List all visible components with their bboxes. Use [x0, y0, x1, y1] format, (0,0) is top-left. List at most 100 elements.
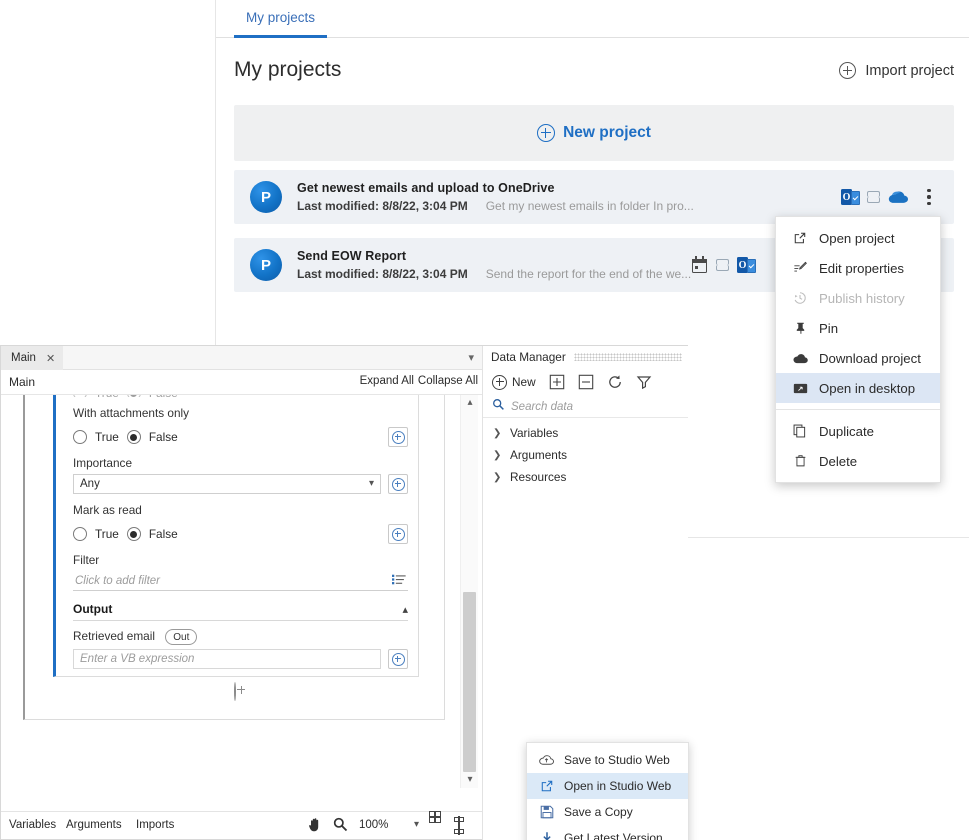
radio-button[interactable] [126, 395, 141, 397]
tree-node-label: Variables [510, 426, 559, 440]
radio-label: True [95, 395, 119, 397]
menu-item-open-project[interactable]: Open project [776, 223, 940, 253]
project-meta: Last modified: 8/8/22, 3:04 PM Get my ne… [297, 199, 841, 213]
scroll-up-arrow-icon[interactable]: ▴ [461, 395, 479, 411]
menu-item-label: Save a Copy [564, 805, 633, 819]
zoom-level-value: 100% [359, 819, 389, 831]
copy-icon [792, 423, 808, 439]
import-project-button[interactable]: Import project [839, 62, 954, 79]
studio-tab-main[interactable]: Main ✕ [1, 346, 64, 370]
menu-item-delete[interactable]: Delete [776, 446, 940, 476]
designer-scrollbar[interactable]: ▴ ▾ [460, 395, 478, 788]
pan-hand-icon[interactable] [307, 817, 323, 838]
add-value-button[interactable] [388, 524, 408, 544]
filter-funnel-icon[interactable] [636, 374, 652, 390]
status-variables-tab[interactable]: Variables [9, 819, 56, 831]
plus-circle-icon [233, 682, 236, 701]
radio-mark-true[interactable] [73, 527, 87, 541]
plus-icon [391, 527, 405, 541]
radio-mark-false[interactable] [126, 527, 141, 541]
mark-as-read-radio-group: True False [73, 524, 408, 544]
add-value-button[interactable] [388, 649, 408, 669]
data-manager-tree: ❯ Variables ❯ Arguments ❯ Resources [483, 422, 688, 488]
radio-label: False [148, 430, 178, 444]
tree-node-label: Arguments [510, 448, 568, 462]
radio-button[interactable] [73, 395, 87, 397]
field-label-mark-as-read: Mark as read [73, 503, 142, 517]
avatar: P [250, 181, 282, 213]
importance-value: Any [80, 478, 100, 490]
project-overflow-menu-button[interactable] [916, 182, 942, 212]
radio-attachments-true[interactable] [73, 430, 87, 444]
onedrive-cloud-icon [888, 191, 908, 203]
drag-grip-icon[interactable] [573, 353, 682, 361]
outlook-icon: O [841, 189, 860, 205]
filter-list-icon[interactable] [392, 574, 406, 588]
menu-item-open-in-studio-web[interactable]: Open in Studio Web [527, 773, 688, 799]
status-arguments-tab[interactable]: Arguments [66, 819, 122, 831]
expand-all-icon[interactable] [549, 374, 565, 390]
output-section-header[interactable]: Output ▴ [73, 602, 408, 621]
filter-control-row: Click to add filter [73, 571, 408, 591]
menu-item-pin[interactable]: Pin [776, 313, 940, 343]
tree-node-variables[interactable]: ❯ Variables [483, 422, 688, 444]
radio-label: True [95, 430, 119, 444]
add-value-button[interactable] [388, 474, 408, 494]
new-label: New [512, 375, 536, 389]
trash-icon [792, 453, 808, 469]
menu-item-download-project[interactable]: Download project [776, 343, 940, 373]
tree-node-resources[interactable]: ❯ Resources [483, 466, 688, 488]
reset-zoom-icon[interactable] [454, 816, 464, 835]
menu-item-label: Delete [819, 453, 858, 469]
collapse-all-button[interactable]: Collapse All [418, 375, 478, 387]
menu-item-duplicate[interactable]: Duplicate [776, 416, 940, 446]
add-value-button[interactable] [388, 427, 408, 447]
scroll-down-arrow-icon[interactable]: ▾ [461, 772, 479, 788]
new-project-button[interactable]: New project [234, 105, 954, 161]
page-title: My projects [234, 58, 342, 81]
menu-item-get-latest-version[interactable]: Get Latest Version [527, 825, 688, 840]
designer-canvas[interactable]: True False With attachments only True Fa… [1, 395, 482, 735]
tab-bar: My projects [216, 0, 969, 38]
retrieved-email-input[interactable]: Enter a VB expression [73, 649, 381, 669]
retrieved-email-row: Enter a VB expression [73, 649, 408, 669]
field-label-importance: Importance [73, 456, 133, 470]
menu-item-save-a-copy[interactable]: Save a Copy [527, 799, 688, 825]
importance-control-row: Any ▾ [73, 474, 408, 494]
close-icon[interactable]: ✕ [46, 352, 55, 365]
menu-item-save-to-studio-web[interactable]: Save to Studio Web [527, 747, 688, 773]
pin-icon [792, 320, 808, 336]
refresh-icon[interactable] [607, 374, 623, 390]
plus-circle-icon [839, 62, 857, 79]
field-label-filter: Filter [73, 553, 100, 567]
chevron-down-icon[interactable]: ▾ [468, 351, 474, 364]
tab-my-projects[interactable]: My projects [234, 0, 328, 38]
importance-select[interactable]: Any ▾ [73, 474, 381, 494]
download-cloud-icon [792, 350, 808, 366]
activity-card: True False With attachments only True Fa… [53, 395, 419, 677]
data-manager-new-button[interactable]: New [492, 374, 536, 390]
menu-item-label: Save to Studio Web [564, 753, 670, 767]
project-last-modified: Last modified: 8/8/22, 3:04 PM [297, 199, 468, 213]
scrollbar-thumb[interactable] [463, 592, 476, 772]
boxed-corners-icon [454, 816, 464, 835]
zoom-magnifier-icon[interactable] [333, 817, 348, 837]
filter-input[interactable]: Click to add filter [73, 571, 408, 591]
add-activity-button[interactable] [233, 682, 236, 701]
chevron-up-icon: ▴ [402, 603, 408, 616]
menu-item-edit-properties[interactable]: Edit properties [776, 253, 940, 283]
tree-node-arguments[interactable]: ❯ Arguments [483, 444, 688, 466]
menu-item-open-in-desktop[interactable]: Open in desktop [776, 373, 940, 403]
project-integration-icons: O [692, 255, 756, 273]
menu-item-label: Open project [819, 230, 895, 246]
field-label-retrieved-email: Retrieved email Out [73, 629, 408, 645]
retrieved-email-text: Retrieved email [73, 629, 155, 644]
radio-attachments-false[interactable] [126, 430, 141, 444]
expand-all-button[interactable]: Expand All [360, 375, 414, 387]
collapse-all-icon[interactable] [578, 374, 594, 390]
status-imports-tab[interactable]: Imports [136, 819, 174, 831]
plus-circle-icon [537, 124, 556, 142]
sequence-container: True False With attachments only True Fa… [23, 395, 445, 720]
zoom-dropdown-chevron-icon[interactable]: ▾ [414, 819, 419, 830]
data-manager-search[interactable]: Search data [483, 396, 688, 418]
